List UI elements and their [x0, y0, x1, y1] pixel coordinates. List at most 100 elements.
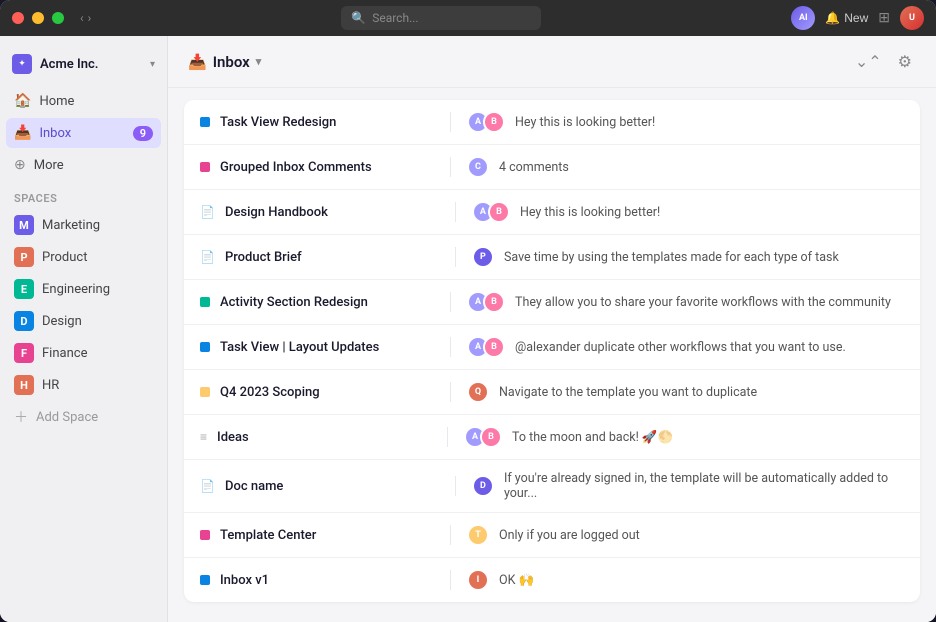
workspace-selector[interactable]: ✦ Acme Inc. ▾ — [0, 48, 167, 86]
forward-icon[interactable]: › — [88, 11, 92, 25]
spaces-list: M Marketing P Product E Engineering D De… — [0, 209, 167, 401]
workspace-icon: ✦ — [12, 54, 32, 74]
titlebar-right: AI 🔔 New ⊞ U — [791, 6, 924, 30]
minimize-button[interactable] — [32, 12, 44, 24]
sidebar-nav: 🏠 Home 📥 Inbox 9 ⊕ More — [0, 86, 167, 180]
table-row[interactable]: Grouped Inbox Comments C 4 comments — [184, 145, 920, 190]
inbox-icon: 📥 — [14, 125, 31, 141]
settings-button[interactable]: ⚙ — [894, 48, 916, 76]
row-comment: Hey this is looking better! — [515, 115, 904, 130]
row-right: D If you're already signed in, the templ… — [472, 471, 904, 501]
space-label-design: Design — [42, 314, 82, 329]
search-icon: 🔍 — [351, 11, 366, 25]
new-button[interactable]: 🔔 New — [825, 11, 868, 25]
table-row[interactable]: ≡ Ideas AB To the moon and back! 🚀🌕 — [184, 415, 920, 460]
row-divider — [450, 382, 451, 402]
row-indicator — [200, 575, 210, 585]
row-right: AB @alexander duplicate other workflows … — [467, 336, 904, 358]
space-label-marketing: Marketing — [42, 218, 100, 233]
row-title: Inbox v1 — [220, 573, 450, 588]
row-avatars: AB — [464, 426, 502, 448]
table-row[interactable]: Activity Section Redesign AB They allow … — [184, 280, 920, 325]
table-row[interactable]: 📄 Doc name D If you're already signed in… — [184, 460, 920, 513]
search-area: 🔍 Search... — [99, 6, 783, 30]
user-avatar[interactable]: U — [900, 6, 924, 30]
row-right: AB They allow you to share your favorite… — [467, 291, 904, 313]
row-avatars: AB — [472, 201, 510, 223]
row-doc-icon: 📄 — [200, 250, 215, 264]
row-avatars: C — [467, 156, 489, 178]
table-row[interactable]: Task View Redesign AB Hey this is lookin… — [184, 100, 920, 145]
row-title: Doc name — [225, 479, 455, 494]
home-icon: 🏠 — [14, 93, 31, 109]
ai-button[interactable]: AI — [791, 6, 815, 30]
table-row[interactable]: Template Center T Only if you are logged… — [184, 513, 920, 558]
table-row[interactable]: Q4 2023 Scoping Q Navigate to the templa… — [184, 370, 920, 415]
sidebar-item-engineering[interactable]: E Engineering — [6, 273, 161, 305]
chevron-down-icon: ▾ — [150, 59, 155, 70]
maximize-button[interactable] — [52, 12, 64, 24]
row-divider — [450, 112, 451, 132]
sidebar-item-design[interactable]: D Design — [6, 305, 161, 337]
row-indicator — [200, 297, 210, 307]
space-label-hr: HR — [42, 378, 59, 393]
back-icon[interactable]: ‹ — [80, 11, 84, 25]
row-divider — [450, 337, 451, 357]
row-right: C 4 comments — [467, 156, 904, 178]
row-comment: If you're already signed in, the templat… — [504, 471, 904, 501]
row-avatars: AB — [467, 291, 505, 313]
sidebar-item-marketing[interactable]: M Marketing — [6, 209, 161, 241]
row-divider — [450, 157, 451, 177]
space-label-engineering: Engineering — [42, 282, 110, 297]
sidebar-item-more[interactable]: ⊕ More — [6, 150, 161, 180]
nav-back-forward[interactable]: ‹ › — [80, 11, 91, 25]
avatar: I — [467, 569, 489, 591]
row-comment: Only if you are logged out — [499, 528, 904, 543]
content-area: 📥 Inbox ▾ ⌄⌃ ⚙ Task View Redesign AB Hey… — [168, 36, 936, 622]
avatar: Q — [467, 381, 489, 403]
row-comment: Save time by using the templates made fo… — [504, 250, 904, 265]
row-avatars: I — [467, 569, 489, 591]
row-divider — [455, 476, 456, 496]
row-divider — [447, 427, 448, 447]
table-row[interactable]: 📄 Design Handbook AB Hey this is looking… — [184, 190, 920, 235]
inbox-list: Task View Redesign AB Hey this is lookin… — [168, 88, 936, 622]
row-avatars: T — [467, 524, 489, 546]
table-row[interactable]: Task View | Layout Updates AB @alexander… — [184, 325, 920, 370]
sidebar-item-hr[interactable]: H HR — [6, 369, 161, 401]
table-row[interactable]: Inbox v1 I OK 🙌 — [184, 558, 920, 602]
row-comment: Hey this is looking better! — [520, 205, 904, 220]
search-bar[interactable]: 🔍 Search... — [341, 6, 541, 30]
row-title: Task View Redesign — [220, 115, 450, 130]
row-comment: @alexander duplicate other workflows tha… — [515, 340, 904, 355]
space-dot-hr: H — [14, 375, 34, 395]
row-right: P Save time by using the templates made … — [472, 246, 904, 268]
row-divider — [450, 570, 451, 590]
inbox-title-text: Inbox — [213, 53, 250, 71]
grid-icon[interactable]: ⊞ — [878, 10, 890, 26]
inbox-title-icon: 📥 — [188, 53, 207, 71]
row-doc-icon: 📄 — [200, 479, 215, 493]
close-button[interactable] — [12, 12, 24, 24]
row-title: Q4 2023 Scoping — [220, 385, 450, 400]
avatar: B — [483, 111, 505, 133]
row-avatars: D — [472, 475, 494, 497]
row-right: AB Hey this is looking better! — [472, 201, 904, 223]
row-comment: OK 🙌 — [499, 573, 904, 588]
row-right: T Only if you are logged out — [467, 524, 904, 546]
add-space-label: Add Space — [36, 410, 98, 425]
avatar: P — [472, 246, 494, 268]
add-space-button[interactable]: ＋ Add Space — [0, 401, 167, 433]
row-title: Design Handbook — [225, 205, 455, 220]
sidebar-item-inbox[interactable]: 📥 Inbox 9 — [6, 118, 161, 148]
row-title: Grouped Inbox Comments — [220, 160, 450, 175]
sort-button[interactable]: ⌄⌃ — [851, 48, 886, 76]
sidebar-item-home[interactable]: 🏠 Home — [6, 86, 161, 116]
row-title: Activity Section Redesign — [220, 295, 450, 310]
sidebar-item-product[interactable]: P Product — [6, 241, 161, 273]
sidebar-item-finance[interactable]: F Finance — [6, 337, 161, 369]
workspace-name: Acme Inc. — [40, 57, 142, 72]
avatar: B — [480, 426, 502, 448]
row-indicator — [200, 530, 210, 540]
table-row[interactable]: 📄 Product Brief P Save time by using the… — [184, 235, 920, 280]
